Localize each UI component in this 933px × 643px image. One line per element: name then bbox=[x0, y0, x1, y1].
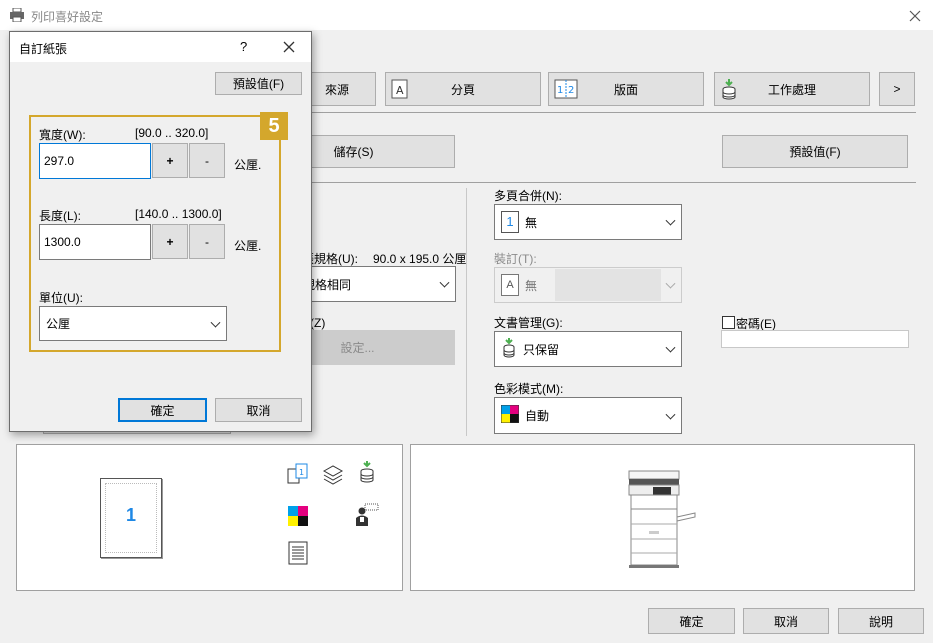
unit-select[interactable]: 公厘 bbox=[39, 306, 227, 341]
form-divider bbox=[466, 188, 467, 436]
title-bar bbox=[0, 0, 933, 30]
page-a-icon: A bbox=[501, 274, 519, 296]
footer-help-button[interactable]: 說明 bbox=[838, 608, 924, 634]
zoom-settings-label: 設定... bbox=[340, 341, 375, 355]
dialog-default-label: 預設值(F) bbox=[232, 77, 285, 91]
tab-layout[interactable]: 12 版面 bbox=[548, 72, 704, 106]
close-icon[interactable] bbox=[905, 6, 925, 26]
multipage-select[interactable]: 1 無 bbox=[494, 204, 682, 240]
storage-icon bbox=[501, 337, 517, 361]
footer-cancel-label: 取消 bbox=[773, 614, 798, 629]
unit-label: 單位(U): bbox=[39, 291, 83, 305]
tab-collate-label: 分頁 bbox=[450, 82, 475, 97]
svg-text:A: A bbox=[396, 84, 404, 97]
length-input[interactable]: 1300.0 bbox=[39, 224, 151, 260]
document-filing-value: 只保留 bbox=[523, 342, 560, 357]
document-icon bbox=[288, 541, 308, 568]
printer-machine-icon bbox=[623, 469, 699, 572]
help-icon[interactable]: ? bbox=[240, 39, 247, 54]
one-up-icon: 1 bbox=[501, 211, 519, 233]
binding-select-shade bbox=[555, 269, 661, 301]
width-plus-label: + bbox=[166, 153, 174, 168]
copies-icon: 1 bbox=[287, 463, 309, 488]
chevron-down-icon bbox=[665, 278, 676, 289]
tab-collate[interactable]: A 分頁 bbox=[385, 72, 541, 106]
layout-preview-panel: 1 1 bbox=[16, 444, 403, 591]
tab-source-label: 來源 bbox=[324, 82, 349, 97]
preview-page-number: 1 bbox=[125, 505, 136, 525]
chevron-down-icon bbox=[665, 409, 676, 420]
binding-value: 無 bbox=[525, 278, 538, 293]
color-mode-value: 自動 bbox=[525, 409, 550, 423]
two-up-icon: 12 bbox=[554, 79, 578, 102]
binding-select[interactable]: A 無 bbox=[494, 267, 682, 303]
user-auth-icon bbox=[353, 502, 379, 531]
dialog-default-button[interactable]: 預設值(F) bbox=[215, 72, 302, 95]
color-swatch-icon bbox=[500, 404, 520, 426]
tab-scroll-label: > bbox=[893, 82, 901, 96]
document-filing-select[interactable]: 只保留 bbox=[494, 331, 682, 367]
step-badge: 5 bbox=[260, 112, 288, 140]
unit-select-value: 公厘 bbox=[46, 317, 71, 331]
svg-text:1: 1 bbox=[557, 85, 563, 96]
svg-text:2: 2 bbox=[568, 85, 574, 96]
footer-help-label: 說明 bbox=[868, 614, 893, 629]
footer-ok-label: 確定 bbox=[679, 614, 704, 629]
printer-preview-panel bbox=[410, 444, 915, 591]
tab-layout-label: 版面 bbox=[613, 82, 638, 97]
length-range: [140.0 .. 1300.0] bbox=[135, 207, 222, 221]
tab-scroll-right[interactable]: > bbox=[879, 72, 915, 106]
width-input[interactable]: 297.0 bbox=[39, 143, 151, 179]
color-mode-select[interactable]: 自動 bbox=[494, 397, 682, 434]
main-default-button[interactable]: 預設值(F) bbox=[722, 135, 908, 168]
length-minus-label: - bbox=[205, 234, 209, 249]
dialog-ok-button[interactable]: 確定 bbox=[118, 398, 207, 422]
tab-job-handling[interactable]: 工作處理 bbox=[714, 72, 870, 106]
stack-icon bbox=[322, 463, 344, 488]
chevron-down-icon bbox=[665, 215, 676, 226]
width-label: 寬度(W): bbox=[39, 128, 86, 142]
page-a-icon: A bbox=[391, 79, 409, 102]
color-mode-label: 色彩模式(M): bbox=[494, 382, 564, 396]
storage-icon bbox=[359, 461, 375, 488]
dialog-ok-label: 確定 bbox=[150, 403, 175, 418]
width-minus-label: - bbox=[205, 153, 209, 168]
length-unit: 公厘. bbox=[234, 239, 262, 253]
printer-icon bbox=[9, 7, 25, 23]
dialog-cancel-label: 取消 bbox=[246, 403, 271, 418]
main-default-label: 預設值(F) bbox=[789, 145, 841, 159]
chevron-down-icon bbox=[210, 317, 221, 328]
dialog-close-icon[interactable] bbox=[280, 38, 298, 56]
binding-label: 裝訂(T): bbox=[494, 252, 537, 266]
dialog-title: 自訂紙張 bbox=[19, 42, 68, 56]
multipage-label: 多頁合併(N): bbox=[494, 189, 562, 203]
width-minus-button[interactable]: - bbox=[189, 143, 225, 178]
width-range: [90.0 .. 320.0] bbox=[135, 126, 209, 140]
password-checkbox[interactable] bbox=[722, 316, 735, 329]
dialog-cancel-button[interactable]: 取消 bbox=[215, 398, 302, 422]
chevron-down-icon bbox=[439, 277, 450, 288]
width-plus-button[interactable]: + bbox=[152, 143, 188, 178]
paper-size-value: 90.0 x 195.0 公厘 bbox=[373, 252, 467, 266]
footer-cancel-button[interactable]: 取消 bbox=[743, 608, 829, 634]
zoom-label: (Z) bbox=[310, 316, 326, 330]
custom-paper-dialog: 自訂紙張 ? 預設值(F) 5 寬度(W): [90.0 .. 320.0] 2… bbox=[9, 31, 312, 432]
chevron-down-icon bbox=[665, 342, 676, 353]
password-input[interactable] bbox=[721, 330, 909, 348]
multipage-value: 無 bbox=[525, 215, 538, 230]
width-unit: 公厘. bbox=[234, 158, 262, 172]
tab-job-handling-label: 工作處理 bbox=[767, 82, 816, 97]
length-label: 長度(L): bbox=[39, 209, 82, 223]
length-minus-button[interactable]: - bbox=[189, 224, 225, 259]
preview-page: 1 bbox=[100, 478, 162, 558]
footer-ok-button[interactable]: 確定 bbox=[648, 608, 735, 634]
storage-icon bbox=[720, 79, 738, 104]
document-filing-label: 文書管理(G): bbox=[494, 316, 563, 330]
length-plus-label: + bbox=[166, 234, 174, 249]
color-swatch-icon bbox=[288, 506, 308, 529]
save-button-label: 儲存(S) bbox=[333, 145, 374, 159]
window-title: 列印喜好設定 bbox=[31, 10, 104, 24]
svg-text:1: 1 bbox=[299, 468, 304, 477]
length-plus-button[interactable]: + bbox=[152, 224, 188, 259]
